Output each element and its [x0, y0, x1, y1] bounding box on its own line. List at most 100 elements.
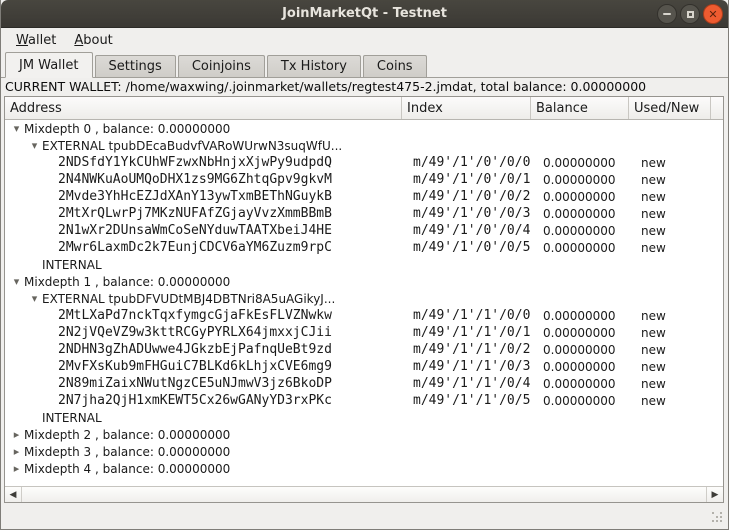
status-cell: new	[635, 360, 717, 374]
tree-row[interactable]: ▸ Mixdepth 2 , balance: 0.00000000	[5, 426, 723, 443]
address-cell: ▸ Mixdepth 4 , balance: 0.00000000	[5, 462, 408, 476]
resize-grip[interactable]	[711, 511, 725, 525]
address-cell: 2MtLXaPd7nckTqxfymgcGjaFkEsFLVZNwkw	[5, 308, 408, 323]
status-cell: new	[635, 309, 717, 323]
tree-row[interactable]: ▾ EXTERNAL tpubDEcaBudvfVARoWUrwN3suqWfU…	[5, 137, 723, 154]
tree-row[interactable]: INTERNAL	[5, 409, 723, 426]
index-cell: m/49'/1'/1'/0/4	[408, 376, 537, 391]
tab-jm-wallet[interactable]: JM Wallet	[5, 52, 93, 78]
tab-settings[interactable]: Settings	[95, 55, 176, 77]
status-cell: new	[635, 207, 717, 221]
expander-icon[interactable]: ▾	[29, 140, 40, 151]
tree-row[interactable]: 2N89miZaixNWutNgzCE5uNJmwV3jz6BkoDP m/49…	[5, 375, 723, 392]
address-cell: INTERNAL	[5, 258, 408, 272]
tree-row[interactable]: INTERNAL	[5, 256, 723, 273]
column-header-used-new[interactable]: Used/New	[629, 97, 711, 119]
tree-row[interactable]: 2N7jha2QjH1xmKEWT5Cx26wGANyYD3rxPKc m/49…	[5, 392, 723, 409]
titlebar[interactable]: JoinMarketQt - Testnet ✕	[1, 0, 728, 28]
current-wallet-banner: CURRENT WALLET: /home/waxwing/.joinmarke…	[1, 78, 728, 97]
tree-row[interactable]: 2MtXrQLwrPj7MKzNUFAfZGjayVvzXmmBBmB m/49…	[5, 205, 723, 222]
status-cell: new	[635, 190, 717, 204]
tree-row[interactable]: 2MtLXaPd7nckTqxfymgcGjaFkEsFLVZNwkw m/49…	[5, 307, 723, 324]
column-header-balance[interactable]: Balance	[531, 97, 629, 119]
tab-tx-history[interactable]: Tx History	[267, 55, 361, 77]
index-cell: m/49'/1'/0'/0/5	[408, 240, 537, 255]
column-header-address[interactable]: Address	[5, 97, 402, 119]
horizontal-scrollbar[interactable]: ◀ ▶	[5, 486, 723, 502]
close-button[interactable]: ✕	[703, 4, 723, 24]
status-cell: new	[635, 224, 717, 238]
tab-coins[interactable]: Coins	[363, 55, 427, 77]
address-cell: ▾ EXTERNAL tpubDEcaBudvfVARoWUrwN3suqWfU…	[5, 139, 408, 153]
tree-row[interactable]: 2Mvde3YhHcEZJdXAnY13ywTxmBEThNGuykB m/49…	[5, 188, 723, 205]
expander-icon[interactable]: ▾	[11, 123, 22, 134]
tree-row[interactable]: 2NDSfdY1YkCUhWFzwxNbHnjxXjwPy9udpdQ m/49…	[5, 154, 723, 171]
balance-cell: 0.00000000	[537, 241, 635, 255]
expander-icon[interactable]: ▸	[11, 429, 22, 440]
tree-row[interactable]: ▾ EXTERNAL tpubDFVUDtMBJ4DBTNri8A5uAGiky…	[5, 290, 723, 307]
maximize-button[interactable]	[680, 4, 700, 24]
scroll-right-button[interactable]: ▶	[706, 487, 723, 502]
tree-row[interactable]: 2NDHN3gZhADUwwe4JGkzbEjPafnqUeBt9zd m/49…	[5, 341, 723, 358]
tree-row[interactable]: 2Mwr6LaxmDc2k7EunjCDCV6aYM6Zuzm9rpC m/49…	[5, 239, 723, 256]
tab-coinjoins[interactable]: Coinjoins	[178, 55, 265, 77]
row-label: 2N89miZaixNWutNgzCE5uNJmwV3jz6BkoDP	[58, 376, 332, 391]
menu-wallet[interactable]: Wallet	[7, 30, 65, 51]
address-cell: 2N4NWKuAoUMQoDHX1zs9MG6ZhtqGpv9gkvM	[5, 172, 408, 187]
row-label: 2NDHN3gZhADUwwe4JGkzbEjPafnqUeBt9zd	[58, 342, 332, 357]
address-cell: 2NDSfdY1YkCUhWFzwxNbHnjxXjwPy9udpdQ	[5, 155, 408, 170]
index-cell: m/49'/1'/0'/0/1	[408, 172, 537, 187]
balance-cell: 0.00000000	[537, 207, 635, 221]
expander-icon[interactable]: ▾	[29, 293, 40, 304]
row-label: 2MtLXaPd7nckTqxfymgcGjaFkEsFLVZNwkw	[58, 308, 332, 323]
menu-about[interactable]: About	[65, 30, 121, 51]
expander-icon[interactable]: ▸	[11, 446, 22, 457]
minimize-icon	[663, 13, 671, 15]
maximize-icon	[687, 11, 694, 18]
tree-row[interactable]: 2N4NWKuAoUMQoDHX1zs9MG6ZhtqGpv9gkvM m/49…	[5, 171, 723, 188]
address-cell: ▸ Mixdepth 2 , balance: 0.00000000	[5, 428, 408, 442]
joinmarket-window: JoinMarketQt - Testnet ✕ Wallet About JM…	[0, 0, 729, 530]
address-cell: 2N1wXr2DUnsaWmCoSeNYduwTAATXbeiJ4HE	[5, 223, 408, 238]
address-cell: ▾ EXTERNAL tpubDFVUDtMBJ4DBTNri8A5uAGiky…	[5, 292, 408, 306]
scroll-left-button[interactable]: ◀	[5, 487, 22, 502]
row-label: Mixdepth 1 , balance: 0.00000000	[24, 275, 230, 289]
close-icon: ✕	[708, 9, 717, 20]
balance-cell: 0.00000000	[537, 377, 635, 391]
row-label: 2MtXrQLwrPj7MKzNUFAfZGjayVvzXmmBBmB	[58, 206, 332, 221]
row-label: 2N2jVQeVZ9w3kttRCGyPYRLX64jmxxjCJii	[58, 325, 332, 340]
expander-icon[interactable]: ▸	[11, 463, 22, 474]
balance-cell: 0.00000000	[537, 360, 635, 374]
tree-row[interactable]: 2N2jVQeVZ9w3kttRCGyPYRLX64jmxxjCJii m/49…	[5, 324, 723, 341]
status-cell: new	[635, 326, 717, 340]
index-cell: m/49'/1'/0'/0/2	[408, 189, 537, 204]
index-cell: m/49'/1'/1'/0/0	[408, 308, 537, 323]
expander-icon[interactable]: ▾	[11, 276, 22, 287]
balance-cell: 0.00000000	[537, 394, 635, 408]
row-label: INTERNAL	[42, 258, 102, 272]
index-cell: m/49'/1'/1'/0/5	[408, 393, 537, 408]
row-label: 2N1wXr2DUnsaWmCoSeNYduwTAATXbeiJ4HE	[58, 223, 332, 238]
index-cell: m/49'/1'/1'/0/3	[408, 359, 537, 374]
balance-cell: 0.00000000	[537, 326, 635, 340]
window-title: JoinMarketQt - Testnet	[282, 6, 447, 21]
header-spacer	[711, 97, 723, 119]
address-cell: 2Mwr6LaxmDc2k7EunjCDCV6aYM6Zuzm9rpC	[5, 240, 408, 255]
minimize-button[interactable]	[657, 4, 677, 24]
column-header-index[interactable]: Index	[402, 97, 531, 119]
tree-row[interactable]: ▾ Mixdepth 0 , balance: 0.00000000	[5, 120, 723, 137]
tree-row[interactable]: ▸ Mixdepth 3 , balance: 0.00000000	[5, 443, 723, 460]
tree-rows: ▾ Mixdepth 0 , balance: 0.00000000 ▾ EXT…	[5, 120, 723, 486]
row-label: EXTERNAL tpubDEcaBudvfVARoWUrwN3suqWfU..…	[42, 139, 342, 153]
horizontal-scrollbar-track[interactable]	[22, 487, 706, 502]
tree-row[interactable]: ▸ Mixdepth 4 , balance: 0.00000000	[5, 460, 723, 477]
tree-row[interactable]: ▾ Mixdepth 1 , balance: 0.00000000	[5, 273, 723, 290]
row-label: 2Mwr6LaxmDc2k7EunjCDCV6aYM6Zuzm9rpC	[58, 240, 332, 255]
row-label: 2N4NWKuAoUMQoDHX1zs9MG6ZhtqGpv9gkvM	[58, 172, 332, 187]
tree-row[interactable]: 2N1wXr2DUnsaWmCoSeNYduwTAATXbeiJ4HE m/49…	[5, 222, 723, 239]
row-label: Mixdepth 3 , balance: 0.00000000	[24, 445, 230, 459]
row-label: INTERNAL	[42, 411, 102, 425]
tree-row[interactable]: 2MvFXsKub9mFHGuiC7BLKd6kLhjxCVE6mg9 m/49…	[5, 358, 723, 375]
row-label: Mixdepth 0 , balance: 0.00000000	[24, 122, 230, 136]
row-label: Mixdepth 4 , balance: 0.00000000	[24, 462, 230, 476]
